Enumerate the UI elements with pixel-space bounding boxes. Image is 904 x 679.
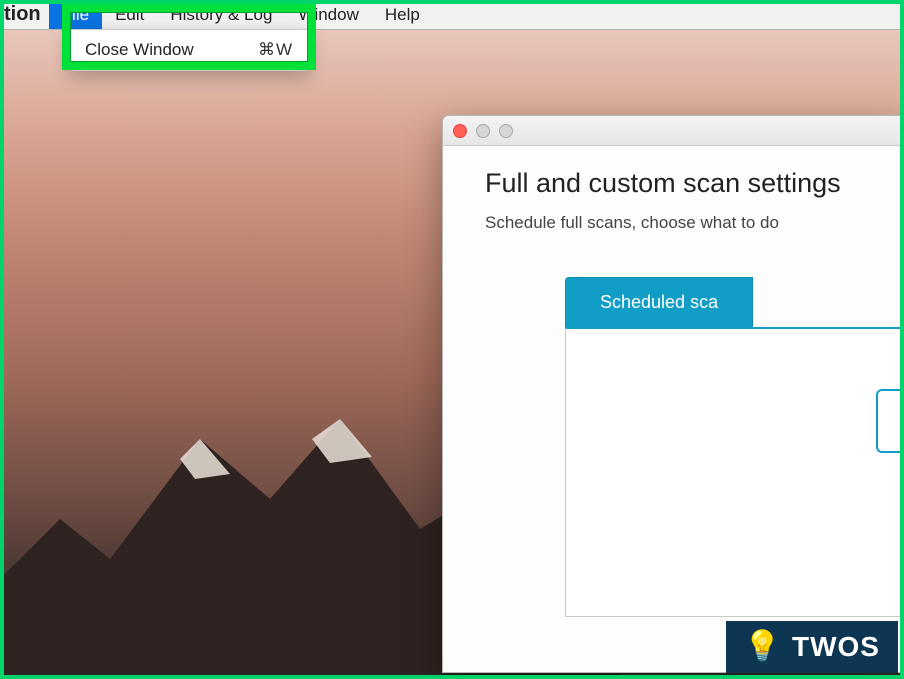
panel-description: Schedule full scans, choose what to do <box>485 213 901 233</box>
scheduled-scans-card <box>565 327 901 617</box>
menubar: tion File Edit History & Log Window Help <box>0 0 904 30</box>
window-titlebar[interactable] <box>443 116 901 146</box>
file-menu-dropdown: Close Window ⌘W <box>68 29 310 71</box>
zoom-icon[interactable] <box>499 124 513 138</box>
watermark-text: TWOS <box>792 631 880 663</box>
menu-edit[interactable]: Edit <box>102 1 157 29</box>
panel-title: Full and custom scan settings <box>485 168 901 199</box>
menu-window[interactable]: Window <box>285 1 371 29</box>
watermark-badge: 💡 TWOS <box>726 621 898 673</box>
lightbulb-icon: 💡 <box>744 632 782 662</box>
menu-history-log[interactable]: History & Log <box>157 1 285 29</box>
menu-item-shortcut: ⌘W <box>258 40 293 60</box>
menu-file[interactable]: File <box>49 1 102 29</box>
menu-help[interactable]: Help <box>372 1 433 29</box>
close-icon[interactable] <box>453 124 467 138</box>
scan-settings-window: Full and custom scan settings Schedule f… <box>442 115 902 673</box>
app-name-suffix: tion <box>0 3 49 26</box>
menu-item-close-window[interactable]: Close Window ⌘W <box>69 36 309 64</box>
tab-scheduled-scans[interactable]: Scheduled sca <box>565 277 753 327</box>
minimize-icon[interactable] <box>476 124 490 138</box>
card-partial-control[interactable] <box>876 389 900 453</box>
menu-item-label: Close Window <box>85 40 194 60</box>
